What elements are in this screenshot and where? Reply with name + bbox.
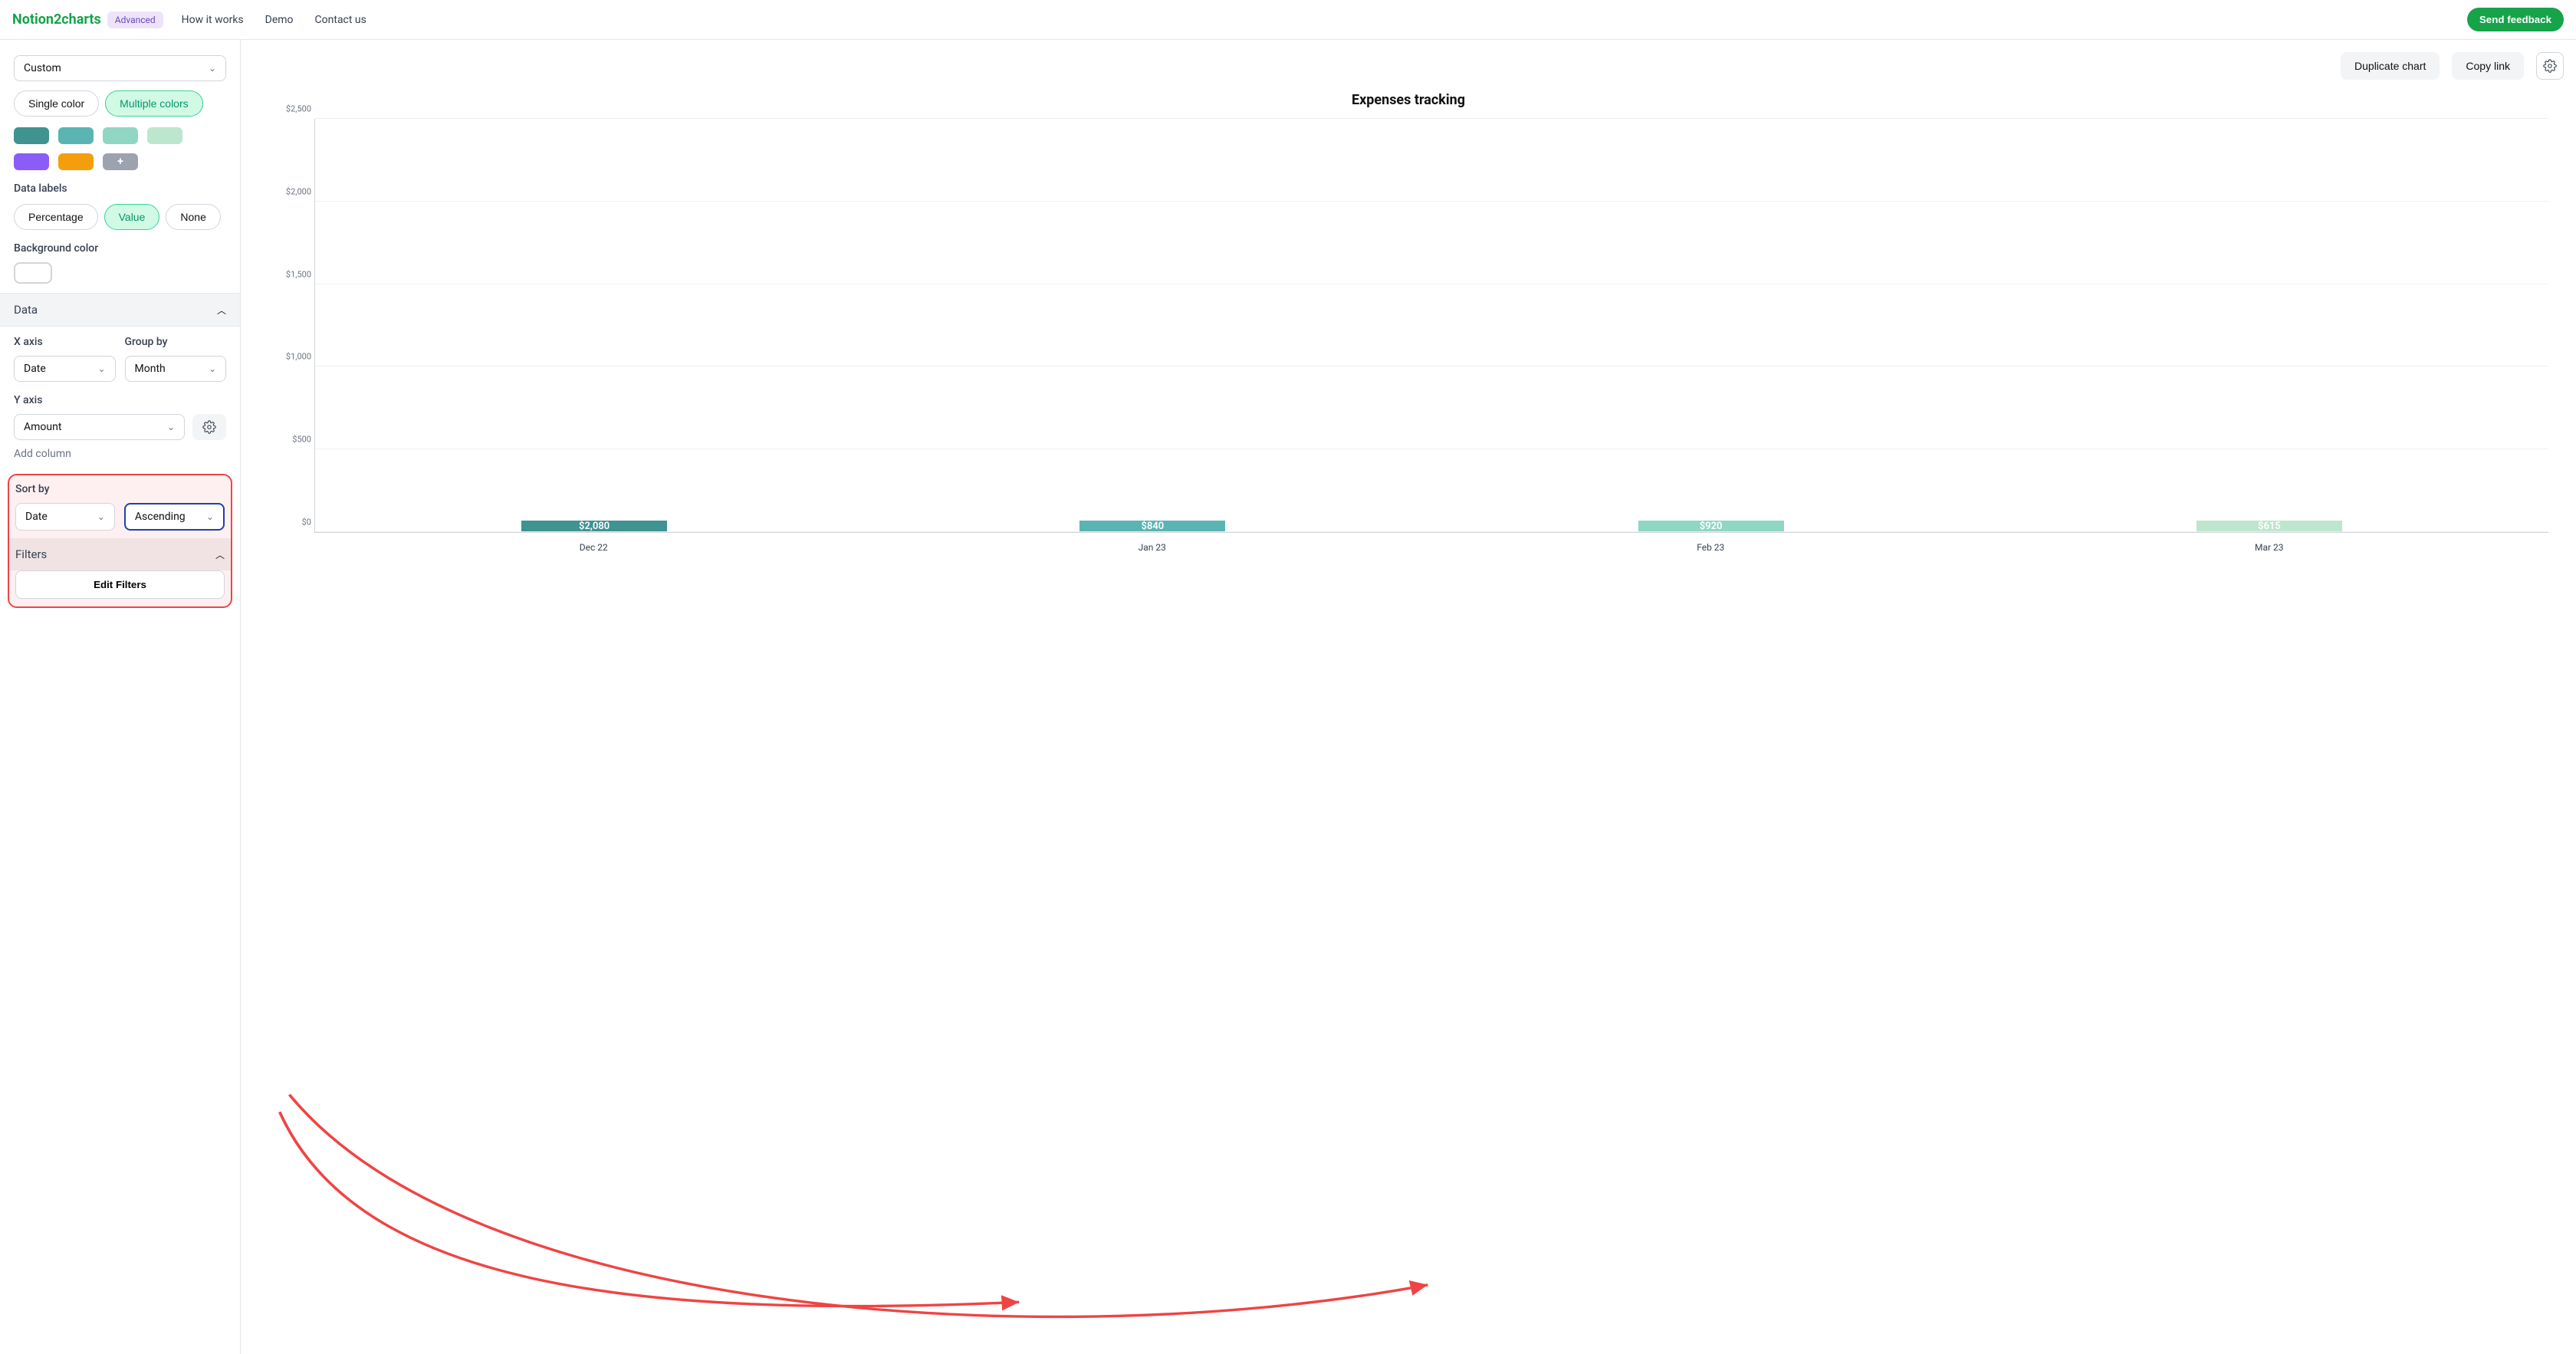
top-nav: Notion2charts Advanced How it works Demo… bbox=[0, 0, 2576, 40]
chart-bar: $840 bbox=[1079, 521, 1225, 532]
filters-title: Filters bbox=[15, 547, 47, 561]
groupby-label: Group by bbox=[125, 336, 227, 348]
bar-value-label: $2,080 bbox=[579, 521, 610, 532]
yaxis-label: Y axis bbox=[14, 394, 226, 406]
chart-settings-button[interactable] bbox=[2536, 52, 2564, 80]
gear-icon bbox=[2543, 59, 2557, 73]
chart-bar: $2,080 bbox=[521, 521, 667, 532]
color-swatch[interactable] bbox=[58, 127, 94, 144]
yaxis-select[interactable]: Amount ⌄ bbox=[14, 414, 185, 440]
chart-plot: $2,080$840$920$615 $0$500$1,000$1,500$2,… bbox=[314, 119, 2548, 533]
chart: Expenses tracking $2,080 $840 $920 $615 $0 $… bbox=[253, 92, 2564, 553]
bar-value-label: $920 bbox=[1700, 521, 1723, 532]
y-tick-label: $1,500 bbox=[269, 269, 311, 279]
multiple-colors-button[interactable]: Multiple colors bbox=[105, 90, 202, 117]
edit-filters-button[interactable]: Edit Filters bbox=[15, 570, 225, 599]
yaxis-value: Amount bbox=[24, 421, 61, 433]
xaxis-value: Date bbox=[24, 363, 46, 375]
palette-select[interactable]: Custom ⌄ bbox=[14, 55, 226, 81]
chart-bar: $920 bbox=[1638, 521, 1784, 532]
chart-bar: $615 bbox=[2196, 521, 2342, 532]
groupby-select[interactable]: Month ⌄ bbox=[125, 356, 227, 382]
background-color-title: Background color bbox=[14, 242, 226, 255]
sidebar: Custom ⌄ Single color Multiple colors + … bbox=[0, 40, 241, 1354]
y-tick-label: $2,500 bbox=[269, 104, 311, 114]
chevron-up-icon: ︿ bbox=[217, 304, 226, 317]
y-tick-label: $1,000 bbox=[269, 352, 311, 362]
content-area: Duplicate chart Copy link Expenses track… bbox=[241, 40, 2576, 1354]
sortby-direction-value: Ascending bbox=[135, 511, 186, 523]
xaxis-label: X axis bbox=[14, 336, 116, 348]
single-color-button[interactable]: Single color bbox=[14, 90, 99, 117]
chevron-down-icon: ⌄ bbox=[97, 363, 105, 374]
chart-title: Expenses tracking bbox=[268, 92, 2548, 108]
sortby-field-select[interactable]: Date ⌄ bbox=[15, 503, 115, 531]
nav-demo[interactable]: Demo bbox=[265, 14, 294, 26]
chevron-down-icon: ⌄ bbox=[97, 511, 105, 522]
y-tick-label: $2,000 bbox=[269, 186, 311, 196]
y-tick-label: $500 bbox=[269, 435, 311, 445]
bar-value-label: $615 bbox=[2258, 521, 2281, 532]
add-column-link[interactable]: Add column bbox=[14, 448, 71, 460]
groupby-value: Month bbox=[135, 363, 166, 375]
data-labels-none[interactable]: None bbox=[166, 204, 220, 230]
chevron-down-icon: ⌄ bbox=[209, 363, 216, 374]
bar-value-label: $840 bbox=[1142, 521, 1165, 532]
nav-links: How it works Demo Contact us bbox=[182, 14, 366, 26]
duplicate-chart-button[interactable]: Duplicate chart bbox=[2341, 52, 2440, 80]
nav-contact[interactable]: Contact us bbox=[315, 14, 366, 26]
data-labels-percentage[interactable]: Percentage bbox=[14, 204, 98, 230]
color-swatch[interactable] bbox=[147, 127, 182, 144]
filters-section-header[interactable]: Filters ︿ bbox=[9, 538, 231, 570]
sortby-label: Sort by bbox=[15, 483, 225, 495]
data-section-title: Data bbox=[14, 303, 38, 317]
copy-link-button[interactable]: Copy link bbox=[2452, 52, 2524, 80]
gear-icon bbox=[202, 420, 216, 434]
color-swatch[interactable] bbox=[14, 153, 49, 170]
data-labels-value[interactable]: Value bbox=[104, 204, 160, 230]
chevron-down-icon: ⌄ bbox=[167, 422, 175, 432]
color-swatch[interactable] bbox=[103, 127, 138, 144]
annotation-highlight-box: Sort by Date ⌄ Ascending ⌄ Filters ︿ bbox=[8, 474, 232, 608]
chevron-down-icon: ⌄ bbox=[209, 63, 216, 74]
brand-logo[interactable]: Notion2charts bbox=[12, 12, 101, 28]
sortby-field-value: Date bbox=[25, 511, 48, 523]
x-tick-label: Feb 23 bbox=[1431, 533, 1990, 553]
x-tick-label: Jan 23 bbox=[873, 533, 1432, 553]
add-color-button[interactable]: + bbox=[103, 153, 138, 170]
data-labels-title: Data labels bbox=[14, 182, 226, 195]
yaxis-settings-button[interactable] bbox=[192, 414, 226, 440]
x-tick-label: Mar 23 bbox=[1990, 533, 2549, 553]
plan-badge: Advanced bbox=[107, 12, 163, 28]
chevron-down-icon: ⌄ bbox=[206, 511, 214, 522]
color-swatch[interactable] bbox=[58, 153, 94, 170]
palette-select-value: Custom bbox=[24, 62, 61, 74]
x-tick-label: Dec 22 bbox=[314, 533, 873, 553]
data-section-header[interactable]: Data ︿ bbox=[0, 293, 240, 327]
sortby-direction-select[interactable]: Ascending ⌄ bbox=[124, 503, 225, 531]
color-swatch-grid: + bbox=[14, 127, 226, 170]
send-feedback-button[interactable]: Send feedback bbox=[2467, 8, 2564, 31]
y-tick-label: $0 bbox=[269, 518, 311, 527]
chevron-up-icon: ︿ bbox=[215, 548, 225, 561]
xaxis-select[interactable]: Date ⌄ bbox=[14, 356, 116, 382]
color-swatch[interactable] bbox=[14, 127, 49, 144]
nav-how-it-works[interactable]: How it works bbox=[182, 14, 244, 26]
background-color-swatch[interactable] bbox=[14, 262, 52, 284]
